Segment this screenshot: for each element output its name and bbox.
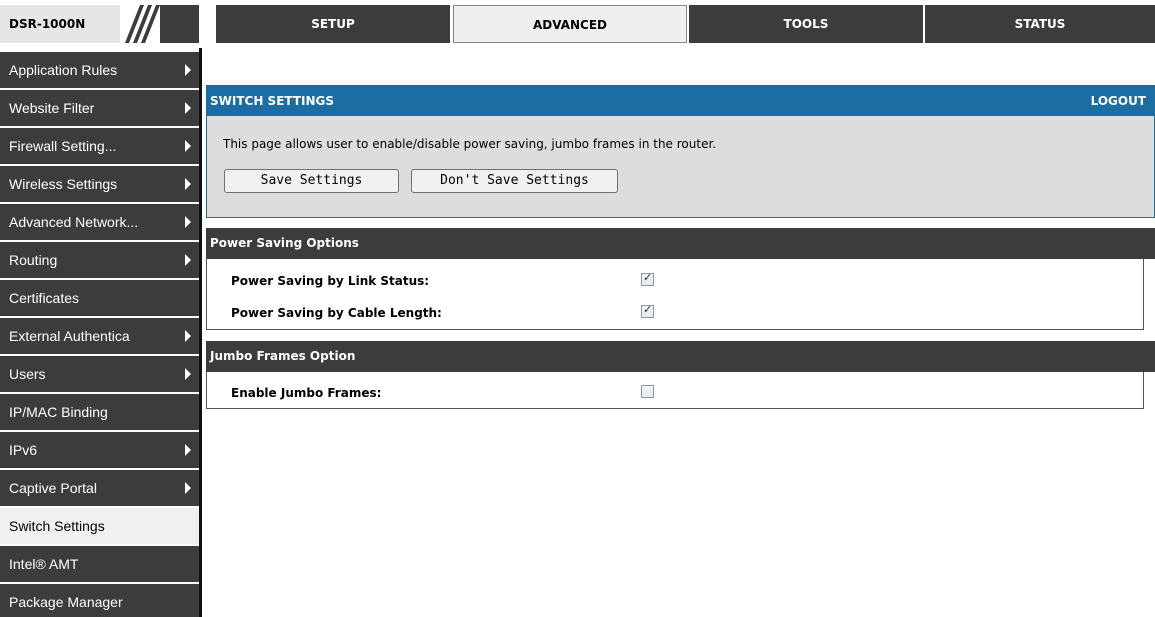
switch-settings-panel: SWITCH SETTINGS LOGOUT This page allows … <box>206 85 1155 218</box>
sidebar-item-label: Website Filter <box>9 100 95 116</box>
sidebar-divider <box>199 48 202 617</box>
tab-status[interactable]: STATUS <box>925 5 1155 43</box>
panel-title: SWITCH SETTINGS <box>210 94 335 108</box>
cable-length-checkbox[interactable] <box>641 303 654 318</box>
sidebar-item-label: Captive Portal <box>9 480 97 496</box>
power-saving-section-header: Power Saving Options <box>206 228 1155 259</box>
cable-length-label: Power Saving by Cable Length: <box>231 306 442 320</box>
sidebar-item-label: Advanced Network... <box>9 214 139 230</box>
arrow-right-icon <box>185 444 191 456</box>
sidebar-item-routing[interactable]: Routing <box>0 242 199 278</box>
arrow-right-icon <box>185 368 191 380</box>
top-navigation-bar: DSR-1000N SETUP ADVANCED TOOLS STATUS <box>0 0 1155 48</box>
sidebar-item-intel-amt[interactable]: Intel® AMT <box>0 546 199 582</box>
save-settings-button[interactable]: Save Settings <box>224 169 399 193</box>
sidebar: Application Rules Website Filter Firewal… <box>0 52 199 617</box>
arrow-right-icon <box>185 330 191 342</box>
arrow-right-icon <box>185 482 191 494</box>
sidebar-item-label: IPv6 <box>9 442 38 458</box>
sidebar-item-label: Application Rules <box>9 62 118 78</box>
brand-slashes-icon <box>122 3 192 45</box>
model-name: DSR-1000N <box>0 5 120 43</box>
panel-description: This page allows user to enable/disable … <box>223 137 717 151</box>
jumbo-frames-section-header: Jumbo Frames Option <box>206 341 1155 372</box>
brand-area: DSR-1000N <box>0 0 199 48</box>
tab-setup[interactable]: SETUP <box>216 5 450 43</box>
sidebar-item-package-manager[interactable]: Package Manager <box>0 584 199 617</box>
sidebar-item-label: Firewall Setting... <box>9 138 117 154</box>
sidebar-item-captive-portal[interactable]: Captive Portal <box>0 470 199 506</box>
tab-tools[interactable]: TOOLS <box>689 5 923 43</box>
sidebar-item-external-authentication[interactable]: External Authentica <box>0 318 199 354</box>
sidebar-item-label: Certificates <box>9 290 80 306</box>
sidebar-item-label: Switch Settings <box>9 518 105 534</box>
logout-link[interactable]: LOGOUT <box>1091 86 1146 116</box>
sidebar-item-firewall-settings[interactable]: Firewall Setting... <box>0 128 199 164</box>
sidebar-item-ipv6[interactable]: IPv6 <box>0 432 199 468</box>
sidebar-item-wireless-settings[interactable]: Wireless Settings <box>0 166 199 202</box>
tab-advanced[interactable]: ADVANCED <box>453 5 687 43</box>
link-status-label: Power Saving by Link Status: <box>231 274 430 288</box>
sidebar-item-label: Package Manager <box>9 594 123 610</box>
sidebar-item-label: Routing <box>9 252 58 268</box>
sidebar-item-switch-settings[interactable]: Switch Settings <box>0 508 199 544</box>
sidebar-item-label: Wireless Settings <box>9 176 118 192</box>
jumbo-frames-checkbox[interactable] <box>641 385 654 398</box>
sidebar-item-certificates[interactable]: Certificates <box>0 280 199 316</box>
arrow-right-icon <box>185 140 191 152</box>
dont-save-settings-button[interactable]: Don't Save Settings <box>411 169 618 193</box>
arrow-right-icon <box>185 254 191 266</box>
arrow-right-icon <box>185 102 191 114</box>
sidebar-item-label: External Authentica <box>9 328 130 344</box>
arrow-right-icon <box>185 216 191 228</box>
jumbo-frames-label: Enable Jumbo Frames: <box>231 386 382 400</box>
sidebar-item-users[interactable]: Users <box>0 356 199 392</box>
sidebar-item-ip-mac-binding[interactable]: IP/MAC Binding <box>0 394 199 430</box>
sidebar-item-website-filter[interactable]: Website Filter <box>0 90 199 126</box>
arrow-right-icon <box>185 178 191 190</box>
sidebar-item-label: Users <box>9 366 46 382</box>
link-status-checkbox[interactable] <box>641 271 654 286</box>
sidebar-item-application-rules[interactable]: Application Rules <box>0 52 199 88</box>
sidebar-item-label: Intel® AMT <box>9 556 79 572</box>
sidebar-item-label: IP/MAC Binding <box>9 404 108 420</box>
panel-header: SWITCH SETTINGS LOGOUT <box>207 86 1154 116</box>
sidebar-item-advanced-network[interactable]: Advanced Network... <box>0 204 199 240</box>
arrow-right-icon <box>185 64 191 76</box>
